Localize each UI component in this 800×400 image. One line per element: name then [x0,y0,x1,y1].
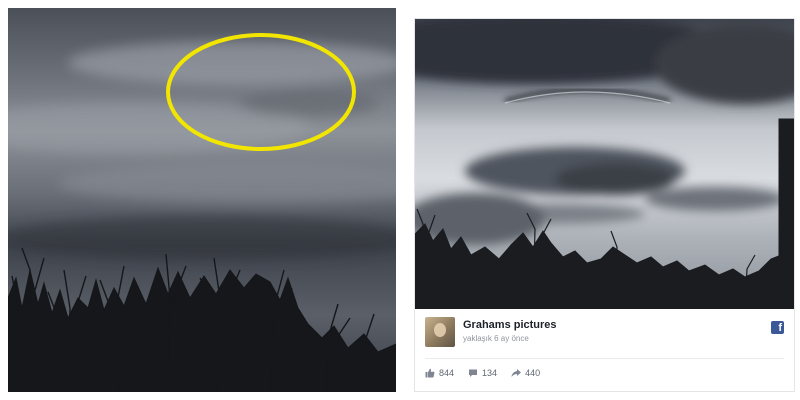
shares-count: 440 [525,368,541,378]
facebook-post-card[interactable]: Grahams pictures yaklaşık 6 ay önce f 84… [414,18,795,392]
avatar[interactable] [425,317,455,347]
post-time[interactable]: yaklaşık 6 ay önce [463,334,529,343]
share-icon [511,369,522,377]
facebook-icon[interactable]: f [771,321,784,334]
lenticular-cloud-photo [415,19,794,309]
left-sky-photo [8,8,396,392]
comments-count: 134 [482,368,498,378]
engagement-stats: 844 134 440 [425,365,784,381]
comments-stat[interactable]: 134 [468,368,497,378]
author-name[interactable]: Grahams pictures [463,319,557,331]
author-row: Grahams pictures yaklaşık 6 ay önce f [425,317,784,349]
comment-icon [469,369,478,377]
shares-stat[interactable]: 440 [511,368,540,378]
post-footer: Grahams pictures yaklaşık 6 ay önce f 84… [415,309,794,391]
likes-stat[interactable]: 844 [425,368,454,378]
likes-count: 844 [439,368,455,378]
thumbs-up-icon [425,368,435,378]
divider [425,358,784,359]
